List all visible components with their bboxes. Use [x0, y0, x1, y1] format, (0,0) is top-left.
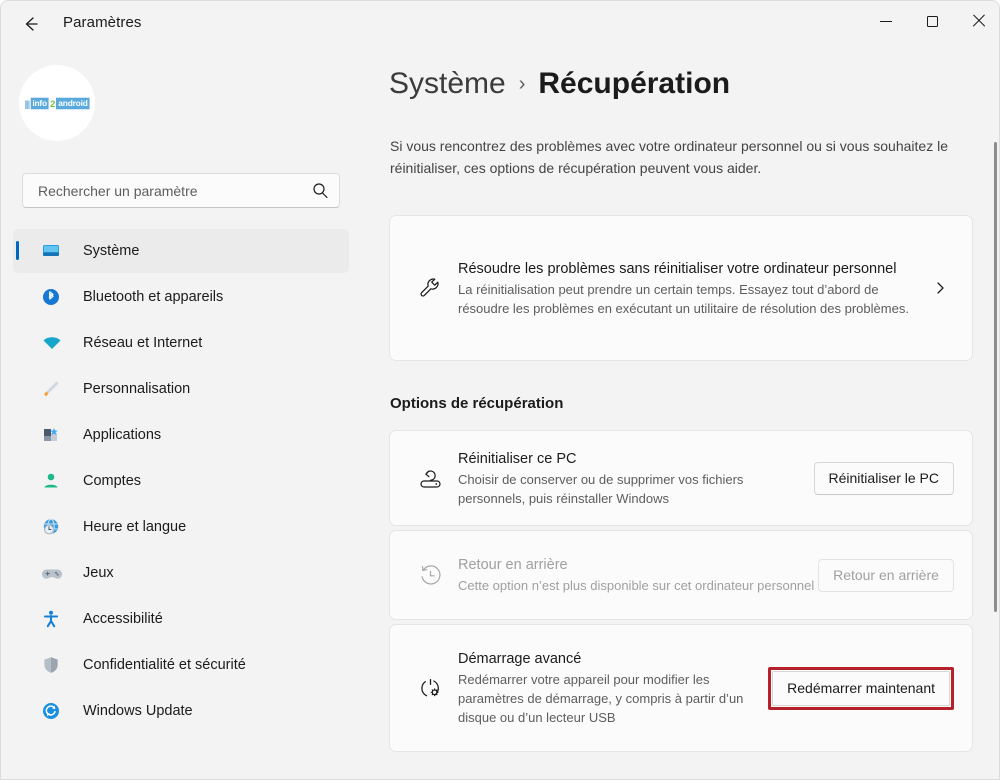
card-title: Résoudre les problèmes sans réinitialise…	[458, 260, 897, 277]
accessibility-icon	[41, 607, 67, 631]
card-text: Retour en arrière Cette option n’est plu…	[450, 555, 818, 595]
sidebar-item-systeme[interactable]: Système	[13, 229, 349, 273]
search-box[interactable]	[22, 173, 340, 208]
clock-rewind-icon	[410, 562, 450, 589]
sidebar-item-label: Jeux	[83, 565, 114, 581]
card-text: Résoudre les problèmes sans réinitialise…	[450, 259, 926, 318]
page-description: Si vous rencontrez des problèmes avec vo…	[390, 138, 948, 176]
watermark-logo: ||| info 2 android	[24, 97, 90, 109]
scrollbar[interactable]	[994, 142, 997, 612]
reset-pc-button[interactable]: Réinitialiser le PC	[813, 461, 954, 495]
sidebar-item-comptes[interactable]: Comptes	[13, 459, 349, 503]
sidebar-item-label: Bluetooth et appareils	[83, 289, 224, 305]
wifi-icon	[41, 331, 67, 355]
card-title: Retour en arrière	[458, 557, 568, 573]
breadcrumb: Système › Récupération	[389, 67, 730, 101]
paintbrush-icon	[41, 377, 67, 401]
card-text: Démarrage avancé Redémarrer votre appare…	[450, 649, 768, 727]
maximize-icon[interactable]	[909, 1, 955, 41]
sidebar-item-label: Accessibilité	[83, 611, 163, 627]
gamepad-icon	[41, 561, 67, 585]
watermark-bars: |||	[24, 97, 30, 109]
sidebar-item-windows-update[interactable]: Windows Update	[13, 689, 349, 733]
sidebar-item-accessibilite[interactable]: Accessibilité	[13, 597, 349, 641]
sidebar-item-label: Windows Update	[83, 703, 193, 719]
card-advanced-startup: Démarrage avancé Redémarrer votre appare…	[389, 624, 973, 752]
card-text: Réinitialiser ce PC Choisir de conserver…	[450, 449, 814, 508]
close-icon[interactable]	[955, 1, 999, 41]
sidebar-item-personnalisation[interactable]: Personnalisation	[13, 367, 349, 411]
chevron-right-icon[interactable]	[926, 280, 954, 296]
card-reset-pc: Réinitialiser ce PC Choisir de conserver…	[389, 430, 973, 526]
person-icon	[41, 469, 67, 493]
minimize-icon[interactable]	[863, 1, 909, 41]
highlight-annotation: Redémarrer maintenant	[768, 666, 954, 710]
sidebar-item-label: Heure et langue	[83, 519, 187, 535]
back-arrow-icon[interactable]	[15, 9, 47, 39]
sidebar-item-label: Système	[83, 243, 140, 259]
sidebar-item-label: Personnalisation	[83, 381, 191, 397]
card-description: La réinitialisation peut prendre un cert…	[458, 281, 909, 316]
clock-globe-icon	[41, 515, 67, 539]
shield-icon	[41, 653, 67, 677]
card-title: Réinitialiser ce PC	[458, 450, 577, 467]
sidebar-item-heure-langue[interactable]: Heure et langue	[13, 505, 349, 549]
window-controls	[863, 1, 999, 41]
card-rollback: Retour en arrière Cette option n’est plu…	[389, 530, 973, 620]
rollback-button: Retour en arrière	[818, 558, 954, 592]
sidebar-item-confidentialite[interactable]: Confidentialité et sécurité	[13, 643, 349, 687]
update-icon	[41, 699, 67, 723]
titlebar: Paramètres	[1, 1, 999, 47]
card-title: Démarrage avancé	[458, 651, 582, 667]
sidebar-item-label: Applications	[83, 427, 162, 443]
chevron-right-icon: ›	[518, 73, 526, 95]
apps-icon	[41, 423, 67, 447]
monitor-icon	[41, 239, 67, 263]
card-description: Redémarrer votre appareil pour modifier …	[458, 672, 744, 725]
avatar[interactable]: ||| info 2 android	[19, 65, 95, 141]
watermark-android: android	[56, 97, 90, 109]
bluetooth-icon	[41, 285, 67, 309]
sidebar-item-reseau[interactable]: Réseau et Internet	[13, 321, 349, 365]
sidebar-item-label: Confidentialité et sécurité	[83, 657, 246, 673]
card-troubleshoot[interactable]: Résoudre les problèmes sans réinitialise…	[389, 215, 973, 361]
card-description: Choisir de conserver ou de supprimer vos…	[458, 471, 744, 506]
settings-window: Paramètres ||| info 2 android Rechercher…	[0, 0, 1000, 780]
page-title: Récupération	[538, 67, 731, 100]
breadcrumb-parent[interactable]: Système	[389, 67, 506, 101]
sidebar-item-applications[interactable]: Applications	[13, 413, 349, 457]
watermark-info: info	[30, 97, 49, 109]
search-input[interactable]	[36, 181, 312, 200]
restart-now-button[interactable]: Redémarrer maintenant	[772, 670, 950, 706]
search-icon	[312, 182, 329, 199]
card-description: Cette option n’est plus disponible sur c…	[458, 578, 815, 593]
app-title: Paramètres	[63, 14, 142, 31]
reset-pc-icon	[410, 465, 450, 492]
sidebar-item-label: Réseau et Internet	[83, 335, 203, 351]
sidebar-item-bluetooth[interactable]: Bluetooth et appareils	[13, 275, 349, 319]
sidebar: ||| info 2 android Rechercher un paramèt…	[1, 47, 361, 779]
wrench-icon	[410, 275, 450, 302]
sidebar-item-jeux[interactable]: Jeux	[13, 551, 349, 595]
power-gear-icon	[410, 675, 450, 702]
sidebar-item-label: Comptes	[83, 473, 142, 489]
watermark-two: 2	[50, 97, 56, 109]
section-heading: Options de récupération	[390, 395, 564, 412]
sidebar-nav: Système Bluetooth et appareils Réseau et…	[13, 229, 349, 735]
main-content: Système › Récupération Si vous rencontre…	[361, 47, 999, 779]
